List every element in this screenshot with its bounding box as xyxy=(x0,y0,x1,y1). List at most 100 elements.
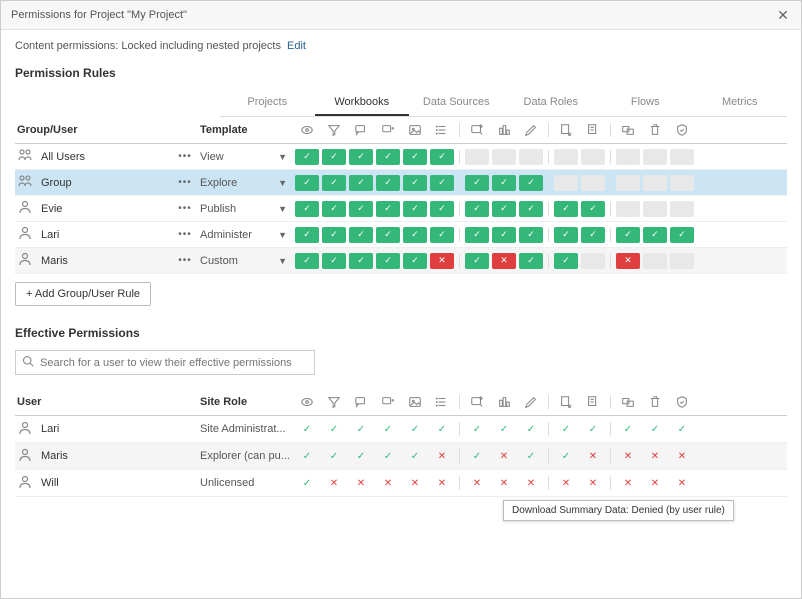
perm-cell[interactable]: ✓ xyxy=(295,201,319,217)
perm-cell[interactable] xyxy=(492,149,516,165)
perm-cell[interactable]: ✓ xyxy=(554,227,578,243)
template-select[interactable]: Custom▼ xyxy=(200,255,295,267)
perm-cell[interactable]: ✓ xyxy=(295,227,319,243)
perm-cell[interactable] xyxy=(643,149,667,165)
tab-projects[interactable]: Projects xyxy=(220,90,315,116)
template-select[interactable]: Publish▼ xyxy=(200,203,295,215)
perm-cell[interactable]: ✓ xyxy=(376,253,400,269)
perm-cell[interactable]: ✓ xyxy=(349,175,373,191)
tab-metrics[interactable]: Metrics xyxy=(693,90,788,116)
perm-cell[interactable]: ✓ xyxy=(322,253,346,269)
perm-cell[interactable]: ✓ xyxy=(465,227,489,243)
row-actions-button[interactable]: ••• xyxy=(170,229,200,240)
perm-cell[interactable]: ✓ xyxy=(670,227,694,243)
perm-cell[interactable]: ✓ xyxy=(376,227,400,243)
perm-cell[interactable] xyxy=(581,175,605,191)
perm-cell[interactable]: ✓ xyxy=(519,253,543,269)
perm-cell[interactable]: ✓ xyxy=(430,149,454,165)
row-actions-button[interactable]: ••• xyxy=(170,255,200,266)
perm-cell[interactable]: ✕ xyxy=(430,253,454,269)
perm-cell[interactable]: ✓ xyxy=(492,201,516,217)
perm-cell[interactable]: ✓ xyxy=(616,227,640,243)
perm-cell[interactable]: ✓ xyxy=(403,149,427,165)
effective-row[interactable]: MarisExplorer (can pu...✓✓✓✓✓✕✓✕✓✓✕✕✕✕ xyxy=(15,443,787,470)
rule-row[interactable]: All Users•••View▼✓✓✓✓✓✓ xyxy=(15,144,787,170)
perm-cell[interactable]: ✓ xyxy=(465,175,489,191)
rule-row[interactable]: Maris•••Custom▼✓✓✓✓✓✕✓✕✓✓✕ xyxy=(15,248,787,274)
perm-cell[interactable] xyxy=(616,175,640,191)
close-icon[interactable]: ✕ xyxy=(775,7,791,23)
perm-cell[interactable]: ✓ xyxy=(295,253,319,269)
perm-cell[interactable] xyxy=(465,149,489,165)
perm-cell[interactable]: ✓ xyxy=(554,253,578,269)
perm-cell[interactable]: ✓ xyxy=(322,175,346,191)
edit-link[interactable]: Edit xyxy=(287,40,306,52)
template-select[interactable]: View▼ xyxy=(200,151,295,163)
perm-cell[interactable]: ✓ xyxy=(295,175,319,191)
search-box[interactable] xyxy=(15,350,315,375)
rule-row[interactable]: Evie•••Publish▼✓✓✓✓✓✓✓✓✓✓✓ xyxy=(15,196,787,222)
perm-cell[interactable]: ✓ xyxy=(643,227,667,243)
perm-cell[interactable]: ✓ xyxy=(322,201,346,217)
add-group-user-button[interactable]: + Add Group/User Rule xyxy=(15,282,151,306)
perm-cell[interactable]: ✓ xyxy=(349,227,373,243)
row-actions-button[interactable]: ••• xyxy=(170,151,200,162)
perm-cell[interactable]: ✓ xyxy=(403,201,427,217)
perm-cell[interactable] xyxy=(581,149,605,165)
perm-cell[interactable] xyxy=(643,253,667,269)
perm-cell[interactable]: ✓ xyxy=(322,227,346,243)
perm-cell[interactable] xyxy=(616,201,640,217)
perm-cell[interactable]: ✕ xyxy=(616,253,640,269)
effective-perm-cell: ✓ xyxy=(322,446,346,466)
perm-cell[interactable]: ✓ xyxy=(430,201,454,217)
perm-cell[interactable] xyxy=(581,253,605,269)
perm-cell[interactable]: ✓ xyxy=(519,201,543,217)
perm-cell[interactable] xyxy=(670,253,694,269)
tab-flows[interactable]: Flows xyxy=(598,90,693,116)
perm-cell[interactable] xyxy=(519,149,543,165)
perm-cell[interactable]: ✓ xyxy=(430,175,454,191)
perm-cell[interactable]: ✕ xyxy=(492,253,516,269)
perm-cell[interactable]: ✓ xyxy=(581,227,605,243)
perm-cell[interactable] xyxy=(670,175,694,191)
perm-cell[interactable] xyxy=(643,201,667,217)
perm-cell[interactable]: ✓ xyxy=(581,201,605,217)
template-select[interactable]: Administer▼ xyxy=(200,229,295,241)
perm-cell[interactable]: ✓ xyxy=(403,253,427,269)
row-actions-button[interactable]: ••• xyxy=(170,203,200,214)
effective-row[interactable]: LariSite Administrat...✓✓✓✓✓✓✓✓✓✓✓✓✓✓ xyxy=(15,416,787,443)
tab-data-sources[interactable]: Data Sources xyxy=(409,90,504,116)
perm-cell[interactable]: ✓ xyxy=(349,253,373,269)
perm-cell[interactable]: ✓ xyxy=(349,149,373,165)
rule-row[interactable]: Group•••Explore▼✓✓✓✓✓✓✓✓✓ xyxy=(15,170,787,196)
perm-cell[interactable] xyxy=(670,201,694,217)
tab-workbooks[interactable]: Workbooks xyxy=(315,90,410,116)
perm-cell[interactable]: ✓ xyxy=(465,201,489,217)
perm-cell[interactable]: ✓ xyxy=(465,253,489,269)
perm-cell[interactable]: ✓ xyxy=(492,227,516,243)
tab-data-roles[interactable]: Data Roles xyxy=(504,90,599,116)
perm-cell[interactable] xyxy=(554,149,578,165)
perm-cell[interactable]: ✓ xyxy=(376,201,400,217)
search-input[interactable] xyxy=(40,357,308,369)
perm-cell[interactable]: ✓ xyxy=(322,149,346,165)
template-select[interactable]: Explore▼ xyxy=(200,177,295,189)
perm-cell[interactable]: ✓ xyxy=(403,227,427,243)
perm-cell[interactable]: ✓ xyxy=(403,175,427,191)
perm-cell[interactable] xyxy=(643,175,667,191)
perm-cell[interactable] xyxy=(554,175,578,191)
perm-cell[interactable]: ✓ xyxy=(430,227,454,243)
perm-cell[interactable]: ✓ xyxy=(376,149,400,165)
perm-cell[interactable]: ✓ xyxy=(554,201,578,217)
perm-cell[interactable]: ✓ xyxy=(519,175,543,191)
perm-cell[interactable]: ✓ xyxy=(519,227,543,243)
perm-cell[interactable]: ✓ xyxy=(376,175,400,191)
effective-row[interactable]: WillUnlicensed✓✕✕✕✕✕✕✕✕✕✕✕✕✕ xyxy=(15,470,787,497)
row-actions-button[interactable]: ••• xyxy=(170,177,200,188)
perm-cell[interactable] xyxy=(670,149,694,165)
perm-cell[interactable] xyxy=(616,149,640,165)
rule-row[interactable]: Lari•••Administer▼✓✓✓✓✓✓✓✓✓✓✓✓✓✓ xyxy=(15,222,787,248)
perm-cell[interactable]: ✓ xyxy=(295,149,319,165)
perm-cell[interactable]: ✓ xyxy=(492,175,516,191)
perm-cell[interactable]: ✓ xyxy=(349,201,373,217)
